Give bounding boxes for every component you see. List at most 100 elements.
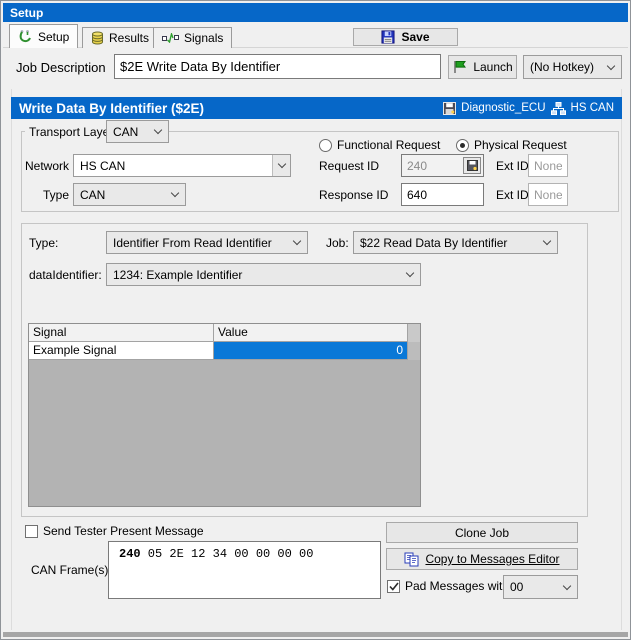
tester-present-checkbox[interactable]: Send Tester Present Message <box>25 524 204 538</box>
chevron-down-icon <box>293 237 301 245</box>
column-header-value[interactable]: Value <box>214 324 408 342</box>
transport-layer-select[interactable]: CAN <box>106 120 169 143</box>
physical-request-label: Physical Request <box>474 138 567 152</box>
frame-id: 240 <box>119 547 141 561</box>
clone-job-button[interactable]: Clone Job <box>386 522 578 543</box>
section-header: Write Data By Identifier ($2E) Diagnosti… <box>11 97 622 119</box>
save-button-label: Save <box>401 30 429 44</box>
table-scroll-strip[interactable] <box>408 342 420 360</box>
frame-bytes: 05 2E 12 34 00 00 00 00 <box>141 547 314 561</box>
table-corner <box>408 324 420 342</box>
identifier-type-select[interactable]: Identifier From Read Identifier <box>106 231 308 254</box>
data-identifier-value: 1234: Example Identifier <box>113 268 242 282</box>
setup-icon <box>18 29 33 44</box>
can-frames-box[interactable]: 240 05 2E 12 34 00 00 00 00 <box>108 541 381 599</box>
chevron-down-icon <box>543 237 551 245</box>
request-id-field: 240 <box>401 154 484 177</box>
chevron-down-icon <box>171 189 179 197</box>
ext-id-response-input[interactable] <box>528 183 568 206</box>
network-select[interactable]: HS CAN <box>73 154 291 177</box>
network-label: Network <box>25 159 69 173</box>
job-description-label: Job Description <box>16 60 106 75</box>
can-frames-label: CAN Frame(s) <box>31 563 108 577</box>
checkbox-checked-icon <box>387 580 400 593</box>
response-id-label: Response ID <box>319 188 388 202</box>
request-id-picker-button[interactable] <box>463 157 481 174</box>
type-value: CAN <box>80 188 105 202</box>
network-topology-icon <box>551 102 566 115</box>
tab-signals[interactable]: Signals <box>153 27 232 48</box>
clone-job-label: Clone Job <box>455 526 509 540</box>
chevron-down-icon <box>154 126 162 134</box>
job-select-label: Job: <box>326 236 349 250</box>
signals-icon <box>162 33 179 43</box>
response-id-input[interactable] <box>401 183 484 206</box>
physical-request-radio[interactable]: Physical Request <box>456 138 567 152</box>
pad-messages-label: Pad Messages with <box>405 579 509 593</box>
identifier-type-value: Identifier From Read Identifier <box>113 236 272 250</box>
type-select[interactable]: CAN <box>73 183 186 206</box>
job-select-value: $22 Read Data By Identifier <box>360 236 507 250</box>
section-title: Write Data By Identifier ($2E) <box>19 101 204 116</box>
data-identifier-label: dataIdentifier: <box>29 268 102 282</box>
ext-id-label-request: Ext ID <box>496 159 529 173</box>
table-row[interactable]: Example Signal 0 <box>29 342 420 360</box>
type-label: Type <box>25 188 69 202</box>
results-icon <box>91 31 104 45</box>
radio-selected-icon <box>456 139 469 152</box>
launch-button[interactable]: Launch <box>448 55 517 79</box>
pad-value-select[interactable]: 00 <box>503 575 578 599</box>
chevron-down-icon <box>563 581 571 589</box>
pad-value: 00 <box>510 580 523 594</box>
save-icon <box>381 30 395 44</box>
column-header-signal[interactable]: Signal <box>29 324 214 342</box>
network-value: HS CAN <box>80 159 125 173</box>
launch-button-label: Launch <box>473 60 512 74</box>
window-bottom-edge <box>3 632 628 637</box>
ext-id-label-response: Ext ID <box>496 188 529 202</box>
panel-left-edge <box>11 89 12 630</box>
tab-results[interactable]: Results <box>82 27 158 48</box>
request-id-label: Request ID <box>319 159 379 173</box>
functional-request-radio[interactable]: Functional Request <box>319 138 440 152</box>
data-identifier-select[interactable]: 1234: Example Identifier <box>106 263 421 286</box>
copy-icon <box>404 552 419 567</box>
radio-icon <box>319 139 332 152</box>
window-title: Setup <box>10 6 43 20</box>
signal-table: Signal Value Example Signal 0 <box>28 323 421 507</box>
pad-messages-checkbox[interactable]: Pad Messages with <box>387 579 509 593</box>
tab-setup[interactable]: Setup <box>9 24 78 48</box>
network-name: HS CAN <box>571 102 614 114</box>
launch-flag-icon <box>452 60 467 74</box>
mini-floppy-icon <box>467 160 478 171</box>
copy-to-messages-editor-button[interactable]: Copy to Messages Editor <box>386 548 578 570</box>
checkbox-unchecked-icon <box>25 525 38 538</box>
signal-table-header: Signal Value <box>29 324 420 342</box>
job-description-input[interactable] <box>114 54 441 79</box>
job-select[interactable]: $22 Read Data By Identifier <box>353 231 558 254</box>
ecu-floppy-icon <box>443 102 456 115</box>
chevron-down-icon <box>272 155 290 176</box>
signal-value-cell[interactable]: 0 <box>214 342 408 360</box>
transport-layer-value: CAN <box>113 125 138 139</box>
chevron-down-icon <box>406 269 414 277</box>
window-titlebar: Setup <box>3 3 628 22</box>
copy-to-messages-editor-label: Copy to Messages Editor <box>425 552 559 566</box>
request-id-value: 240 <box>407 159 427 173</box>
tab-setup-label: Setup <box>38 30 69 44</box>
transport-layer-label: Transport Layer <box>25 125 117 139</box>
tab-signals-label: Signals <box>184 31 223 45</box>
tester-present-label: Send Tester Present Message <box>43 524 204 538</box>
ext-id-request-input[interactable] <box>528 154 568 177</box>
save-button[interactable]: Save <box>353 28 458 46</box>
panel-right-edge <box>621 89 622 630</box>
tab-results-label: Results <box>109 31 149 45</box>
identifier-type-label: Type: <box>29 236 58 250</box>
functional-request-label: Functional Request <box>337 138 440 152</box>
signal-name-cell[interactable]: Example Signal <box>29 342 214 360</box>
hotkey-value: (No Hotkey) <box>530 60 594 74</box>
chevron-down-icon <box>607 61 615 69</box>
ecu-name: Diagnostic_ECU <box>461 102 545 114</box>
hotkey-select[interactable]: (No Hotkey) <box>523 55 622 79</box>
setup-window: Setup Setup Results <box>0 0 631 640</box>
